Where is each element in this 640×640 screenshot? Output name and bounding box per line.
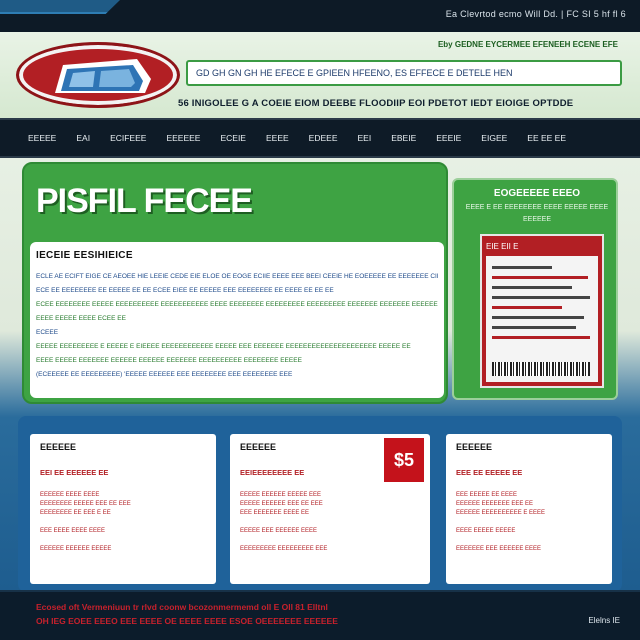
nav-item[interactable]: EEEIE [436, 133, 461, 143]
card-line: EEEEEE EEEE EEEE [40, 492, 100, 498]
document-page [486, 256, 598, 382]
price-badge: $5 [384, 438, 424, 482]
header-slogan: 56 INIGOLEE G A COEIE EIOM DEEBE FLOODII… [178, 98, 574, 109]
feature-card[interactable]: EEEEEE $5 EEIEEEEEEEE EE EEEEE EEEEEE EE… [230, 434, 430, 584]
nav-item[interactable]: EAI [76, 133, 90, 143]
card-line [456, 536, 602, 545]
feature-cards: EEEEEE EEI EE EEEEEE EE EEEEEE EEEE EEEE… [18, 416, 622, 592]
feature-card[interactable]: EEEEEE EEE EE EEEEE EE EEE EEEEE EE EEEE… [446, 434, 612, 584]
document-line [492, 306, 562, 309]
promo-box[interactable]: EOGEEEEE EEEO EEEE E EE EEEEEEEE EEEE EE… [452, 178, 618, 400]
card-line [40, 518, 206, 527]
footer-text: Ecosed oft Vermeniuun tr rlvd coonw bcoz… [36, 602, 328, 612]
document-title: EIE EII E [486, 242, 519, 251]
feature-card[interactable]: EEEEEE EEI EE EEEEEE EE EEEEEE EEEE EEEE… [30, 434, 216, 584]
logo-emblem-icon [55, 59, 151, 93]
nav-item[interactable]: EEI [358, 133, 372, 143]
main-navigation: EEEEE EAI ECIFEEE EEEEEE ECEIE EEEE EDEE… [0, 118, 640, 158]
nav-item[interactable]: ECEIE [220, 133, 246, 143]
card-subtitle: EEI EE EEEEEE EE [40, 468, 109, 477]
card-line: EEEEE EEEEEE EEEEE EEE [240, 492, 322, 498]
card-line: EEEEEE EEEEEEE EEE EE [456, 501, 534, 507]
footer-right-link[interactable]: Elelns IE [588, 616, 620, 625]
card-line: EEEEEEE EEE EEEEEE EEEE [456, 546, 542, 552]
hero-link-text[interactable]: EEEE EEEEE EEEEEEE EEEEEE EEEEEE EEEEEEE… [36, 357, 438, 365]
nav-item[interactable]: EIGEE [481, 133, 507, 143]
nav-item[interactable]: EBEIE [391, 133, 416, 143]
document-line [492, 316, 584, 319]
card-line [40, 536, 206, 545]
card-line: EEEE EEEEE EEEEE [456, 528, 516, 534]
nav-item[interactable]: EDEEE [309, 133, 338, 143]
promo-subtitle: EEEE E EE EEEEEEEE EEEE EEEEE EEEE EEEEE… [465, 204, 609, 223]
barcode-icon [492, 362, 590, 376]
site-logo[interactable] [16, 42, 180, 108]
document-line [492, 276, 588, 279]
nav-item[interactable]: EEEE [266, 133, 289, 143]
hero-link-text[interactable]: EEEE EEEEE EEEE ECEE EE [36, 315, 438, 323]
hero-paragraph: ECLE AE ECIFT EIGE CE AEOEE HIE LEEIE CE… [36, 273, 438, 280]
card-line: EEEEEE EEEEEE EEEEE [40, 546, 112, 552]
card-line: EEE EEEEE EE EEEE [456, 492, 518, 498]
card-line: EEEEEEEEE EEEEEEEEE EEE [240, 546, 328, 552]
hero-link-text[interactable]: ECEE EEEEEEEE EEEEE EEEEEEEEEE EEEEEEEEE… [36, 301, 438, 309]
card-line: EEEEEEEE EEEEE EEE EE EEE [40, 501, 131, 507]
hero-panel: PISFIL FECEE IECEIE EESIHIEICE ECLE AE E… [22, 162, 448, 404]
card-title: EEEEEE [456, 442, 493, 452]
document-line [492, 336, 590, 339]
header-tagline: Eby GEDNE EYCERMEE EFENEEH ECENE EFE [437, 40, 618, 49]
card-line: EEEEEE EEEEEEEEEE E EEEE [456, 510, 546, 516]
search-input[interactable]: GD GH GN GH HE EFECE E GPIEEN HFEENO, ES… [186, 60, 622, 86]
footer-links[interactable]: OH IEG EOEE EEEO EEE EEEE OE EEEE EEEE E… [36, 616, 338, 626]
card-title: EEEEEE [40, 442, 77, 452]
card-line [240, 518, 420, 527]
nav-item[interactable]: ECIFEEE [110, 133, 146, 143]
nav-item[interactable]: EEEEEE [166, 133, 200, 143]
hero-paragraph: ECE EE EEEEEEEE EE EEEEE EE EE ECEE EIEE… [36, 287, 334, 294]
document-line [492, 326, 576, 329]
card-line [240, 536, 420, 545]
document-thumbnail[interactable]: EIE EII E [480, 234, 604, 388]
main-content: PISFIL FECEE IECEIE EESIHIEICE ECLE AE E… [0, 158, 640, 592]
hero-title: PISFIL FECEE [36, 182, 253, 220]
hero-text-card: IECEIE EESIHIEICE ECLE AE ECIFT EIGE CE … [30, 242, 444, 398]
document-line [492, 286, 572, 289]
card-subtitle: EEE EE EEEEE EE [456, 468, 523, 477]
top-tab-decoration [0, 0, 120, 14]
top-bar: Ea Clevrtod ecmo Will Dd. | FC SI 5 hf f… [0, 0, 640, 32]
document-line [492, 296, 590, 299]
promo-title: EOGEEEEE EEEO [493, 188, 581, 199]
nav-item[interactable]: EE EE EE [527, 133, 566, 143]
site-footer: Ecosed oft Vermeniuun tr rlvd coonw bcoz… [0, 590, 640, 640]
card-line: EEEEE EEEEEE EEE EE EEE [240, 501, 323, 507]
card-line: EEEEE EEE EEEEEE EEEE [240, 528, 318, 534]
hero-link-text[interactable]: EEEEE EEEEEEEEE E EEEEE E EIEEEE EEEEEEE… [36, 343, 438, 351]
nav-item[interactable]: EEEEE [28, 133, 56, 143]
card-line: EEE EEEEEEE EEEE EE [240, 510, 310, 516]
card-line: EEE EEEE EEEE EEEE [40, 528, 106, 534]
card-line [456, 518, 602, 527]
site-header: Eby GEDNE EYCERMEE EFENEEH ECENE EFE GD … [0, 32, 640, 118]
hero-paragraph: ECEEE [36, 329, 59, 336]
card-line: EEEEEEEE EE EEE E EE [40, 510, 111, 516]
hero-paragraph: (ECEEEEE EE EEEEEEEEE) 'EEEEE EEEEEE EEE… [36, 371, 293, 378]
top-utility-links[interactable]: Ea Clevrtod ecmo Will Dd. | FC SI 5 hf f… [446, 9, 626, 19]
hero-heading: IECEIE EESIHIEICE [36, 250, 133, 261]
document-line [492, 266, 552, 269]
